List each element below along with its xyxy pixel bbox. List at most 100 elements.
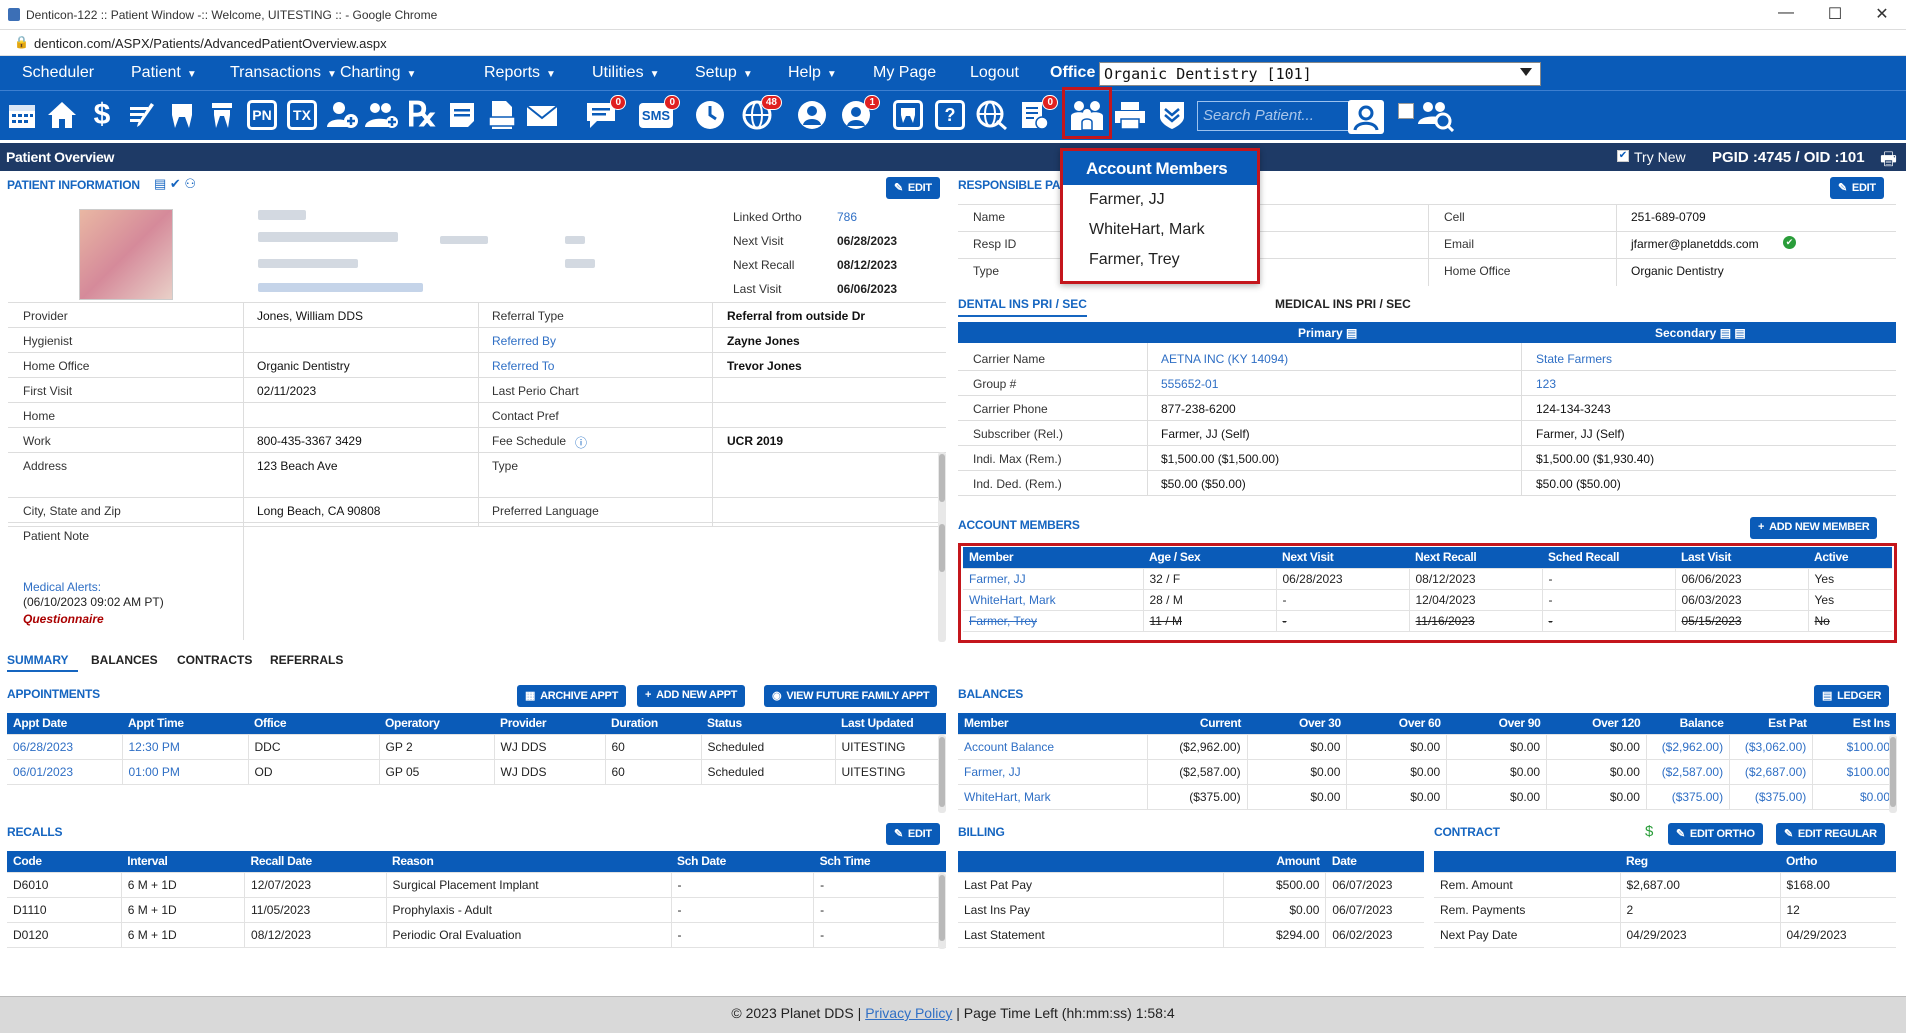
balances-col-balance[interactable]: Balance bbox=[1646, 713, 1730, 735]
menu-charting[interactable]: Charting ▼ bbox=[340, 64, 416, 82]
menu-setup[interactable]: Setup ▼ bbox=[695, 64, 753, 82]
billing-row[interactable]: Last Pat Pay $500.00 06/07/2023 bbox=[958, 872, 1424, 898]
balances-cell[interactable]: $100.00 bbox=[1812, 759, 1896, 785]
billing-row[interactable]: Last Statement $294.00 06/02/2023 bbox=[958, 922, 1424, 948]
recalls-row[interactable]: D6010 6 M + 1D 12/07/2023 Surgical Placemen… bbox=[7, 872, 946, 898]
group-search-icon[interactable] bbox=[1418, 97, 1454, 133]
tab-medical-ins[interactable]: MEDICAL INS PRI / SEC bbox=[1275, 297, 1411, 311]
appointments-cell[interactable]: 01:00 PM bbox=[121, 759, 248, 785]
balances-col-member[interactable]: Member bbox=[958, 713, 1148, 735]
linked-linked-ortho-value[interactable]: 786 bbox=[837, 210, 857, 224]
dollar-person-icon[interactable]: $ bbox=[1645, 823, 1653, 840]
add-new-appt-button[interactable]: + ADD NEW APPT bbox=[637, 685, 746, 707]
recalls-row[interactable]: D1110 6 M + 1D 11/05/2023 Prophylaxis - Adu… bbox=[7, 897, 946, 923]
balances-cell[interactable]: Account Balance bbox=[958, 734, 1148, 760]
tab-contracts[interactable]: CONTRACTS bbox=[177, 653, 252, 667]
mail-icon[interactable] bbox=[524, 97, 560, 133]
balances-col-current[interactable]: Current bbox=[1147, 713, 1248, 735]
questionnaire-link[interactable]: Questionnaire bbox=[23, 612, 104, 626]
shield-icon[interactable] bbox=[1154, 97, 1190, 133]
recalls-col-sch-date[interactable]: Sch Date bbox=[671, 851, 814, 873]
pen-icon[interactable] bbox=[124, 97, 160, 133]
balances-cell[interactable]: ($3,062.00) bbox=[1729, 734, 1813, 760]
clock-icon[interactable] bbox=[692, 97, 728, 133]
balances-col-over-60[interactable]: Over 60 bbox=[1346, 713, 1447, 735]
edit-regular-button[interactable]: ✎ EDIT REGULAR bbox=[1776, 823, 1885, 845]
privacy-policy-link[interactable]: Privacy Policy bbox=[865, 1005, 952, 1021]
view-future-family-appt-button[interactable]: ◉ VIEW FUTURE FAMILY APPT bbox=[764, 685, 938, 707]
ins-secondary-group[interactable]: 123 bbox=[1536, 377, 1556, 391]
appointments-cell[interactable]: 12:30 PM bbox=[121, 734, 248, 760]
recalls-col-reason[interactable]: Reason bbox=[386, 851, 672, 873]
recalls-edit-button[interactable]: ✎ EDIT bbox=[886, 823, 940, 845]
billing-col-amount[interactable]: Amount bbox=[1223, 851, 1326, 873]
popup-member-item[interactable]: Farmer, Trey bbox=[1063, 245, 1257, 275]
sms-icon[interactable]: SMS 0 bbox=[638, 95, 680, 133]
tooth2-icon[interactable] bbox=[204, 97, 240, 133]
balances-cell[interactable]: ($375.00) bbox=[1729, 784, 1813, 810]
tooth-box-icon[interactable] bbox=[890, 97, 926, 133]
appointments-col-appt-date[interactable]: Appt Date bbox=[7, 713, 122, 735]
balances-cell[interactable]: ($2,687.00) bbox=[1729, 759, 1813, 785]
contract-col-reg[interactable]: Reg bbox=[1620, 851, 1780, 873]
document-icon[interactable] bbox=[484, 97, 520, 133]
patient-info-scrollbar[interactable] bbox=[938, 452, 946, 642]
recalls-col-sch-time[interactable]: Sch Time bbox=[813, 851, 946, 873]
menu-patient[interactable]: Patient ▼ bbox=[131, 64, 197, 82]
pi-referred-by-label[interactable]: Referred By bbox=[492, 334, 556, 348]
balances-col-over-30[interactable]: Over 30 bbox=[1247, 713, 1347, 735]
appointments-col-operatory[interactable]: Operatory bbox=[379, 713, 494, 735]
billing-row[interactable]: Last Ins Pay $0.00 06/07/2023 bbox=[958, 897, 1424, 923]
maximize-icon[interactable]: ☐ bbox=[1815, 4, 1855, 24]
chat-icon[interactable]: 0 bbox=[584, 95, 626, 133]
url-text[interactable]: denticon.com/ASPX/Patients/AdvancedPatie… bbox=[34, 36, 387, 51]
appointments-col-office[interactable]: Office bbox=[248, 713, 379, 735]
search-checkbox[interactable] bbox=[1398, 103, 1414, 119]
balances-col-est-ins[interactable]: Est Ins bbox=[1812, 713, 1896, 735]
tab-dental-ins[interactable]: DENTAL INS PRI / SEC bbox=[958, 297, 1087, 317]
edit-doc-icon[interactable]: ▤ ▤ bbox=[1720, 326, 1746, 340]
edit-doc-icon[interactable]: ▤ bbox=[1346, 326, 1357, 340]
menu-reports[interactable]: Reports ▼ bbox=[484, 64, 556, 82]
recalls-col-code[interactable]: Code bbox=[7, 851, 122, 873]
tooth-icon[interactable] bbox=[164, 97, 200, 133]
appointments-col-appt-time[interactable]: Appt Time bbox=[122, 713, 248, 735]
balances-col-est-pat[interactable]: Est Pat bbox=[1729, 713, 1813, 735]
appointments-col-last-updated[interactable]: Last Updated bbox=[835, 713, 946, 735]
add-new-member-button[interactable]: + ADD NEW MEMBER bbox=[1750, 517, 1878, 539]
recalls-col-interval[interactable]: Interval bbox=[121, 851, 245, 873]
balances-cell[interactable]: WhiteHart, Mark bbox=[958, 784, 1148, 810]
close-icon[interactable]: ✕ bbox=[1862, 4, 1902, 24]
patient-search-input[interactable]: Search Patient... bbox=[1197, 101, 1349, 131]
doctor-icon[interactable]: 1 bbox=[838, 95, 880, 133]
pn-icon[interactable]: PN bbox=[244, 97, 280, 133]
contract-col-label[interactable] bbox=[1434, 851, 1620, 873]
recalls-scrollbar[interactable] bbox=[938, 873, 946, 949]
balances-cell[interactable]: $100.00 bbox=[1812, 734, 1896, 760]
ins-primary-group[interactable]: 555652-01 bbox=[1161, 377, 1218, 391]
archive-appt-button[interactable]: ▦ ARCHIVE APPT bbox=[517, 685, 626, 707]
balances-cell[interactable]: $0.00 bbox=[1812, 784, 1896, 810]
calendar-icon[interactable] bbox=[4, 97, 40, 133]
contract-col-ortho[interactable]: Ortho bbox=[1780, 851, 1896, 873]
appointments-row[interactable]: 06/01/2023 01:00 PM OD GP 05 WJ DDS 60 Schedul… bbox=[7, 759, 946, 785]
chevron-down-icon[interactable] bbox=[1520, 68, 1532, 76]
add-family-icon[interactable] bbox=[364, 97, 400, 133]
ins-primary-carrier-name[interactable]: AETNA INC (KY 14094) bbox=[1161, 352, 1288, 366]
ins-secondary-carrier-name[interactable]: State Farmers bbox=[1536, 352, 1612, 366]
balances-row[interactable]: Account Balance ($2,962.00) $0.00 $0.00 $0.0… bbox=[958, 734, 1896, 760]
note-icon[interactable] bbox=[444, 97, 480, 133]
balances-row[interactable]: Farmer, JJ ($2,587.00) $0.00 $0.00 $0.00 $0.0… bbox=[958, 759, 1896, 785]
appointments-col-provider[interactable]: Provider bbox=[494, 713, 605, 735]
patient-info-edit-button[interactable]: ✎ EDIT bbox=[886, 177, 940, 199]
office-select[interactable]: Organic Dentistry [101] bbox=[1099, 62, 1541, 86]
menu-help[interactable]: Help ▼ bbox=[788, 64, 837, 82]
menu-utilities[interactable]: Utilities ▼ bbox=[592, 64, 659, 82]
tab-balances[interactable]: BALANCES bbox=[91, 653, 158, 667]
pi-referred-to-label[interactable]: Referred To bbox=[492, 359, 554, 373]
dollar-icon[interactable]: $ bbox=[84, 97, 120, 133]
appointments-cell[interactable]: 06/28/2023 bbox=[7, 734, 122, 760]
balances-row[interactable]: WhiteHart, Mark ($375.00) $0.00 $0.00 $0.00 $… bbox=[958, 784, 1896, 810]
globe-icon[interactable]: 48 bbox=[740, 95, 782, 133]
recalls-col-recall-date[interactable]: Recall Date bbox=[244, 851, 387, 873]
